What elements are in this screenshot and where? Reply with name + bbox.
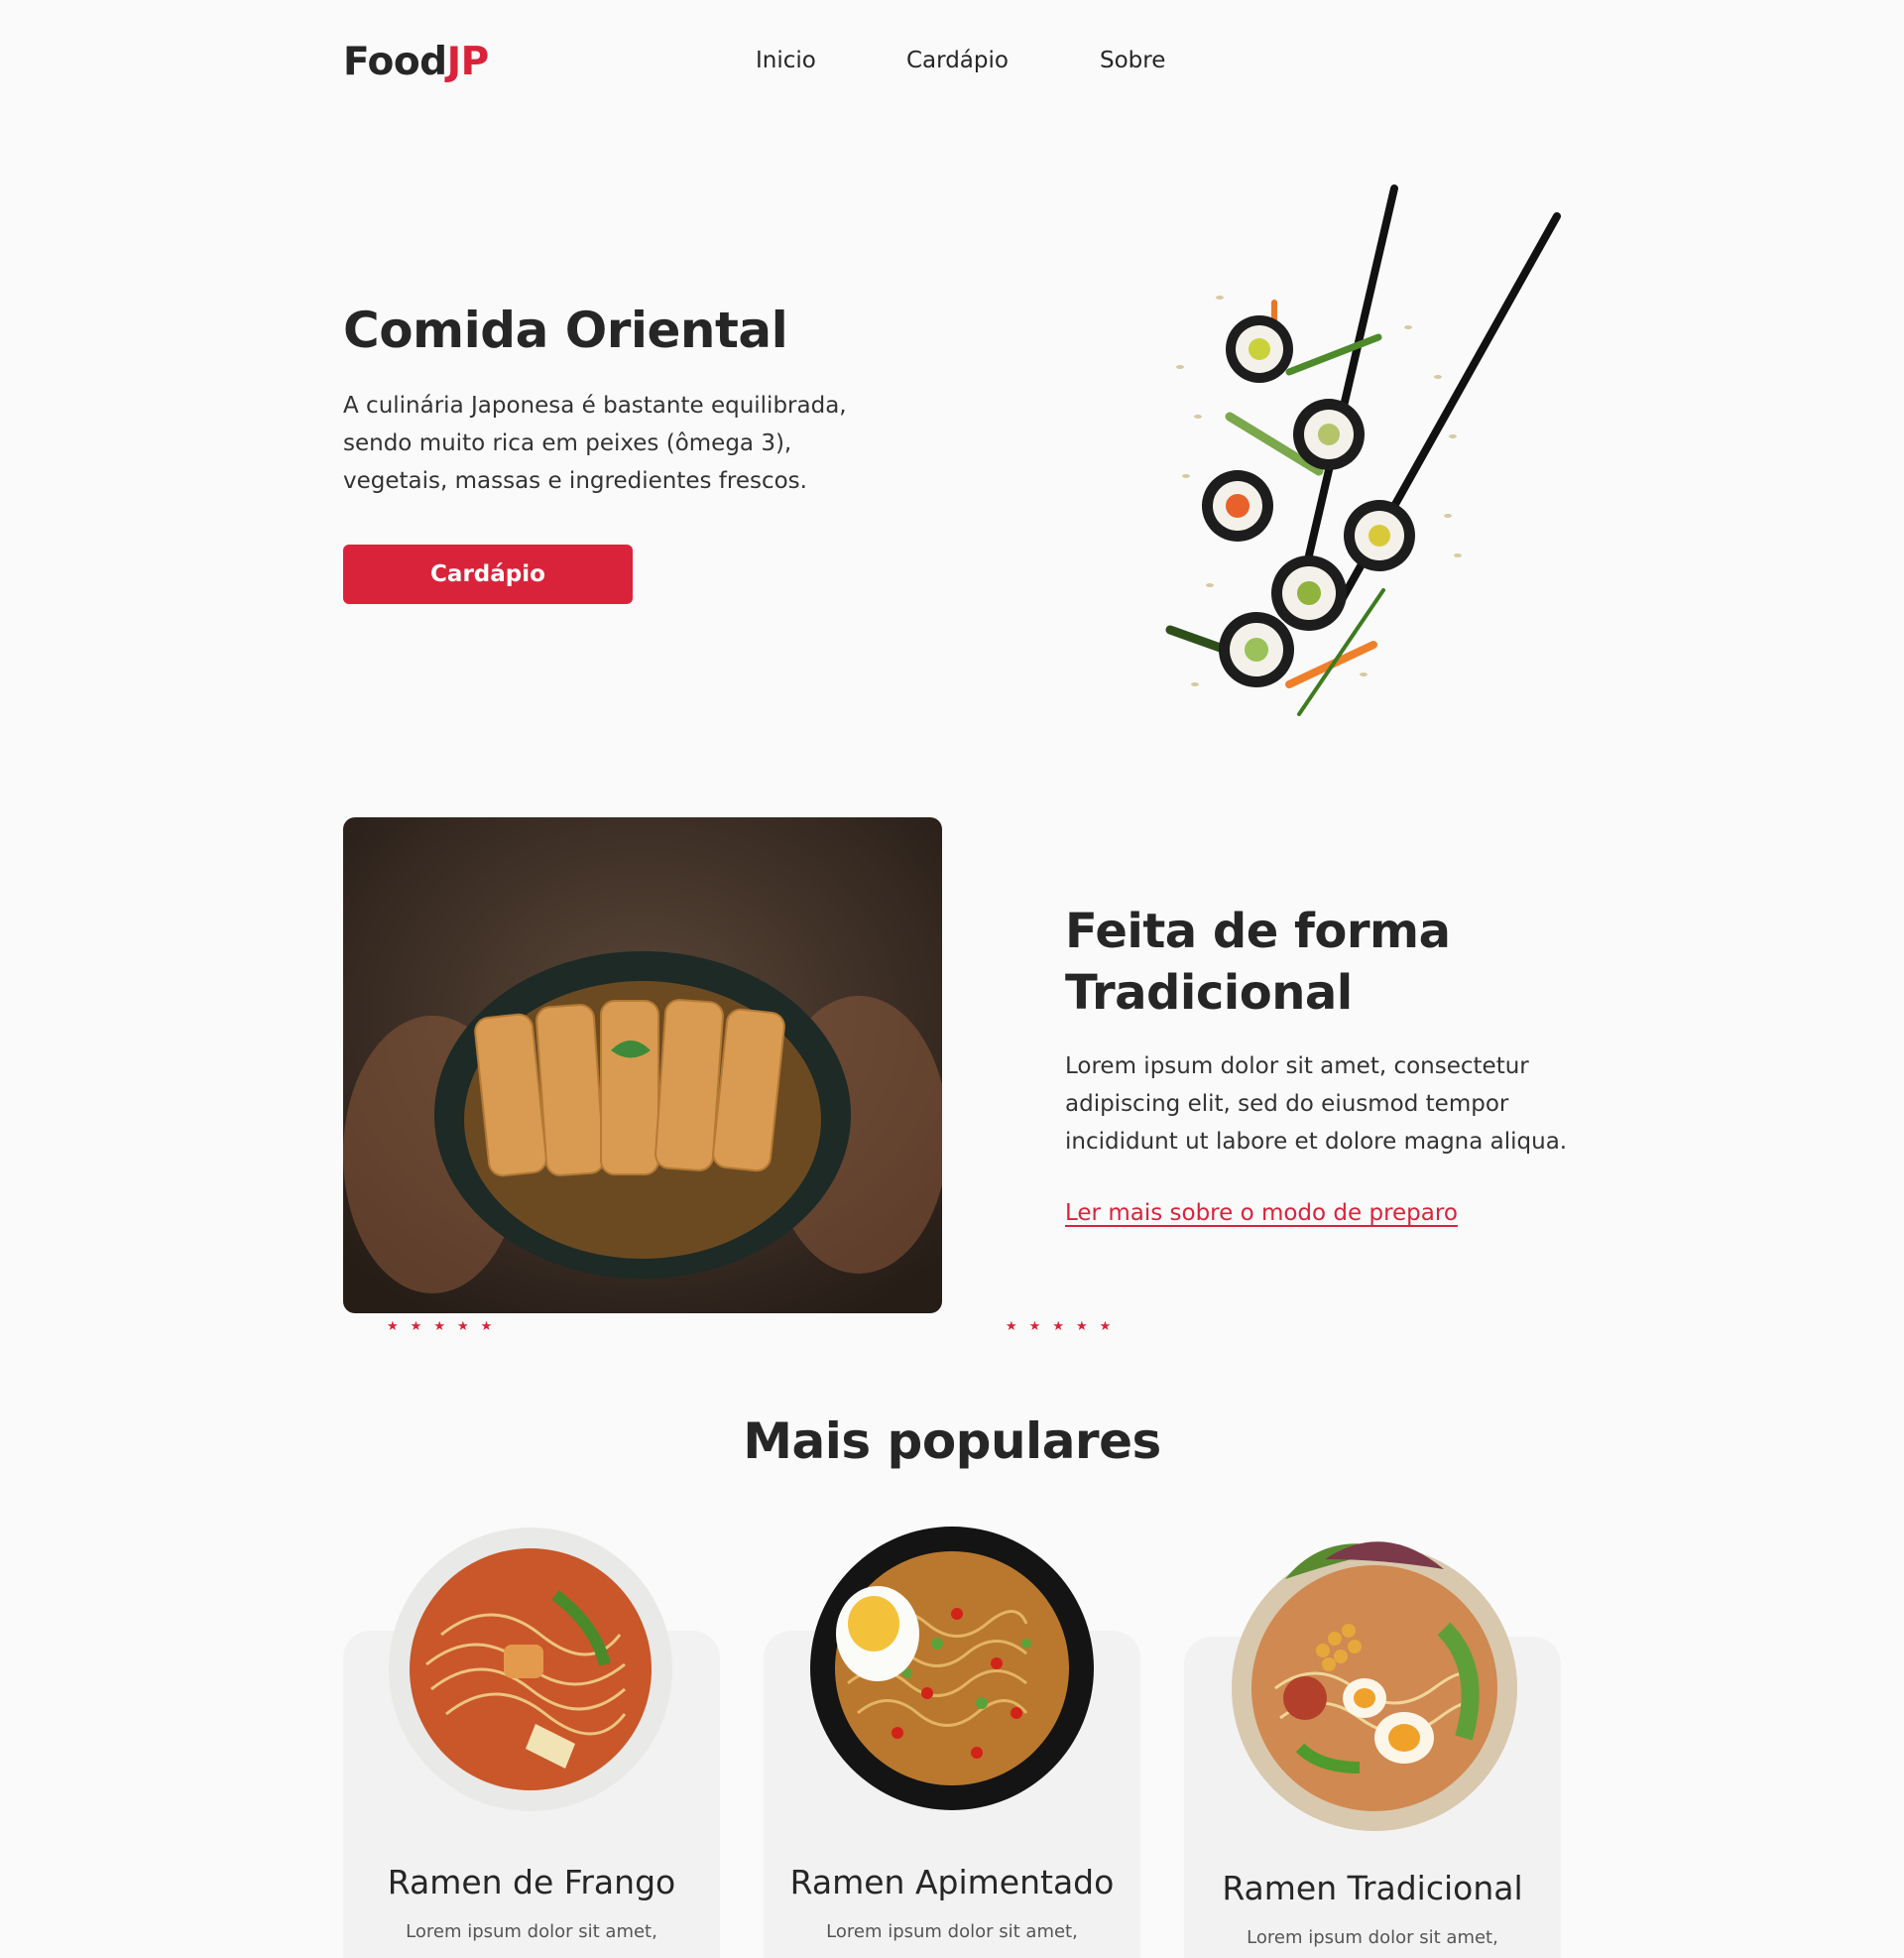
dish-description: Lorem ipsum dolor sit amet, [1247,1927,1498,1948]
nav-item-sobre[interactable]: Sobre [1100,48,1165,73]
dish-name: Ramen de Frango [387,1863,676,1901]
traditional-ramen-image [1232,1541,1517,1831]
tradition-title: Feita de forma Tradicional [1065,901,1581,1024]
hero-description: A culinária Japonesa é bastante equilibr… [343,393,847,494]
nav-item-inicio[interactable]: Inicio [756,48,816,73]
spicy-ramen-image [810,1527,1094,1810]
tradition-description: Lorem ipsum dolor sit amet, consectetur … [1065,1053,1568,1155]
nav-item-cardapio[interactable]: Cardápio [906,48,1009,73]
tradition-title-line1: Feita de forma [1065,904,1451,959]
preparation-link[interactable]: Ler mais sobre o modo de preparo [1065,1200,1458,1226]
dish-description: Lorem ipsum dolor sit amet, [826,1921,1078,1942]
popular-title: Mais populares [743,1412,1161,1470]
brand-logo[interactable]: FoodJP [343,40,489,84]
dish-description: Lorem ipsum dolor sit amet, [406,1921,657,1942]
brand-name-accent: JP [446,40,490,84]
decorative-stars-right: ★ ★ ★ ★ ★ [1006,1319,1112,1334]
katsu-bowl-image [343,817,942,1313]
chicken-ramen-image [389,1528,672,1811]
dish-name: Ramen Apimentado [789,1863,1115,1901]
tradition-title-line2: Tradicional [1065,965,1353,1021]
sushi-chopsticks-image [1165,184,1561,716]
hero-title: Comida Oriental [343,302,788,359]
dish-name: Ramen Tradicional [1222,1869,1523,1907]
brand-name-main: Food [343,40,447,84]
menu-button[interactable]: Cardápio [343,545,633,604]
landing-page: FoodJP Inicio Cardápio Sobre Comida Orie… [0,0,1904,1958]
decorative-stars-left: ★ ★ ★ ★ ★ [387,1319,493,1334]
